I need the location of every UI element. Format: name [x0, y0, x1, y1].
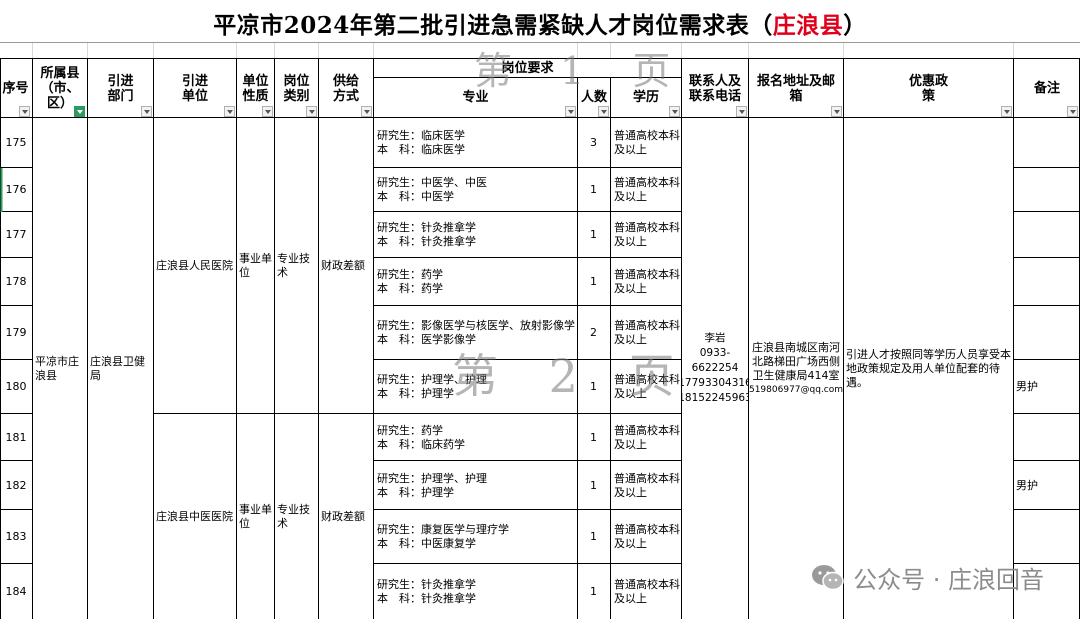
cell-education[interactable]: 普通高校本科及以上 [612, 510, 680, 564]
cell-education[interactable]: 普通高校本科及以上 [612, 168, 680, 212]
cell-education[interactable]: 普通高校本科及以上 [612, 118, 680, 168]
cell-major[interactable]: 研究生：药学 本 科：药学 [375, 258, 576, 306]
address-text: 庄浪县南城区南河北路梯田广场西侧卫生健康局414室 [752, 340, 840, 382]
cell-nature-group-2[interactable]: 事业单位 [237, 414, 274, 619]
title-suffix: ） [843, 12, 867, 39]
filter-dropdown-icon[interactable] [262, 106, 273, 117]
cell-remark[interactable] [1014, 306, 1079, 360]
row-seq[interactable]: 179 [1, 306, 31, 360]
filter-dropdown-icon[interactable] [1001, 106, 1012, 117]
cell-count[interactable]: 1 [578, 168, 609, 212]
cell-count[interactable]: 1 [578, 212, 609, 258]
spreadsheet: 平凉市2024年第二批引进急需紧缺人才岗位需求表（庄浪县） 序号 所属县（市、区… [0, 0, 1080, 619]
cell-remark[interactable] [1014, 168, 1079, 212]
cell-dept[interactable]: 庄浪县卫健局 [88, 118, 153, 619]
wechat-account-badge: 公众号 · 庄浪回音 [811, 560, 1044, 595]
cell-unit-group-1[interactable]: 庄浪县人民医院 [154, 118, 236, 413]
header-policy[interactable]: 优惠政策 [844, 60, 1013, 117]
cell-major[interactable]: 研究生：中医学、中医 本 科：中医学 [375, 168, 576, 212]
cell-education[interactable]: 普通高校本科及以上 [612, 414, 680, 461]
filter-dropdown-icon[interactable] [669, 106, 680, 117]
cell-unit-group-2[interactable]: 庄浪县中医医院 [154, 414, 236, 619]
cell-major[interactable]: 研究生：针灸推拿学 本 科：针灸推拿学 [375, 212, 576, 258]
cell-remark[interactable] [1014, 118, 1079, 168]
cell-funding-group-1[interactable]: 财政差额 [319, 118, 373, 413]
cell-address[interactable]: 庄浪县南城区南河北路梯田广场西侧卫生健康局414室 519806977@qq.c… [749, 118, 843, 619]
cell-county[interactable]: 平凉市庄浪县 [33, 118, 87, 619]
title-row: 平凉市2024年第二批引进急需紧缺人才岗位需求表（庄浪县） [0, 0, 1080, 43]
page-title: 平凉市2024年第二批引进急需紧缺人才岗位需求表（庄浪县） [0, 6, 1080, 40]
row-seq[interactable]: 184 [1, 564, 31, 619]
row-seq[interactable]: 178 [1, 258, 31, 306]
cell-major[interactable]: 研究生：康复医学与理疗学 本 科：中医康复学 [375, 510, 576, 564]
row-seq[interactable]: 176 [1, 168, 31, 212]
filter-dropdown-icon[interactable] [565, 106, 576, 117]
cell-category-group-2[interactable]: 专业技术 [275, 414, 318, 619]
page-watermark-2: 第 2 页 [452, 349, 693, 403]
cell-funding-group-2[interactable]: 财政差额 [319, 414, 373, 619]
cell-count[interactable]: 1 [578, 258, 609, 306]
title-county: 庄浪县 [772, 12, 844, 39]
filter-dropdown-icon[interactable] [19, 106, 30, 117]
row-seq[interactable]: 180 [1, 360, 31, 414]
wechat-icon [812, 564, 844, 590]
cell-count[interactable]: 1 [578, 461, 609, 510]
cell-education[interactable]: 普通高校本科及以上 [612, 212, 680, 258]
row-seq[interactable]: 175 [1, 118, 31, 168]
filter-dropdown-icon[interactable] [141, 106, 152, 117]
filter-dropdown-icon[interactable] [1067, 106, 1078, 117]
email-text: 519806977@qq.com [749, 384, 843, 395]
cell-education[interactable]: 普通高校本科及以上 [612, 564, 680, 619]
cell-remark[interactable] [1014, 510, 1079, 564]
filter-dropdown-icon[interactable] [224, 106, 235, 117]
row-seq[interactable]: 183 [1, 510, 31, 564]
row-seq[interactable]: 181 [1, 414, 31, 461]
filter-dropdown-icon[interactable] [831, 106, 842, 117]
title-prefix: 平凉市2024年第二批引进急需紧缺人才岗位需求表（ [213, 12, 773, 39]
cell-count[interactable]: 3 [578, 118, 609, 168]
cell-education[interactable]: 普通高校本科及以上 [612, 461, 680, 510]
cell-nature-group-1[interactable]: 事业单位 [237, 118, 274, 413]
row-seq[interactable]: 177 [1, 212, 31, 258]
page-watermark-1: 第 1 页 [474, 49, 689, 93]
cell-remark[interactable]: 男护 [1014, 461, 1079, 510]
cell-remark[interactable]: 男护 [1014, 360, 1079, 414]
cell-remark[interactable] [1014, 414, 1079, 461]
cell-education[interactable]: 普通高校本科及以上 [612, 258, 680, 306]
header-address[interactable]: 报名地址及邮箱 [749, 60, 843, 117]
cell-major[interactable]: 研究生：护理学、护理 本 科：护理学 [375, 461, 576, 510]
cell-count[interactable]: 1 [578, 564, 609, 619]
filter-dropdown-icon[interactable] [361, 106, 372, 117]
row-seq[interactable]: 182 [1, 461, 31, 510]
filter-dropdown-icon[interactable] [74, 106, 85, 117]
filter-dropdown-icon[interactable] [736, 106, 747, 117]
cell-category-group-1[interactable]: 专业技术 [275, 118, 318, 413]
cell-count[interactable]: 1 [578, 414, 609, 461]
filter-dropdown-icon[interactable] [306, 106, 317, 117]
cell-major[interactable]: 研究生：针灸推拿学 本 科：针灸推拿学 [375, 564, 576, 619]
filter-dropdown-icon[interactable] [598, 106, 609, 117]
cell-remark[interactable] [1014, 258, 1079, 306]
cell-major[interactable]: 研究生：临床医学 本 科：临床医学 [375, 118, 576, 168]
cell-policy[interactable]: 引进人才按照同等学历人员享受本地政策规定及用人单位配套的待遇。 [844, 118, 1013, 619]
cell-major[interactable]: 研究生：药学 本 科：临床药学 [375, 414, 576, 461]
cell-remark[interactable] [1014, 212, 1079, 258]
wechat-account-name: 公众号 · 庄浪回音 [853, 566, 1044, 594]
cell-count[interactable]: 1 [578, 510, 609, 564]
